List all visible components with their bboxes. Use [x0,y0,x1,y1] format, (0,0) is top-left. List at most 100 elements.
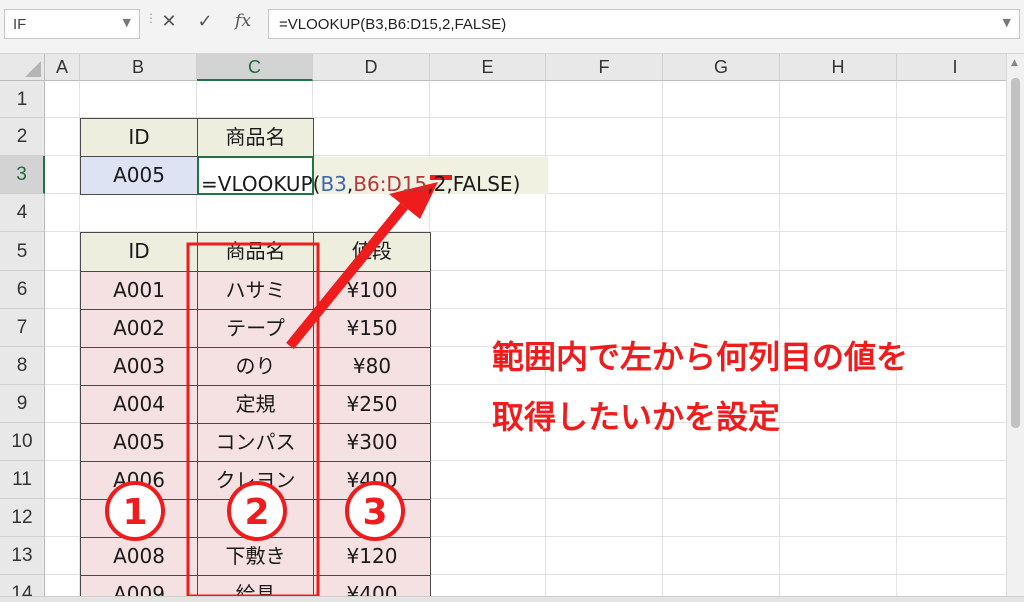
grid-cell[interactable] [197,81,313,118]
formula-input[interactable]: =VLOOKUP(B3,B6:D15,2,FALSE) ▼ [268,9,1020,39]
row-header-4[interactable]: 4 [0,194,45,232]
row-header-5[interactable]: 5 [0,232,45,271]
table-cell-price[interactable]: ¥50 [313,499,431,538]
table-cell-name[interactable]: ハサミ [197,271,314,310]
row-header-13[interactable]: 13 [0,537,45,575]
row-header-6[interactable]: 6 [0,271,45,309]
lookup-header-id[interactable]: ID [80,118,198,157]
table-cell-price[interactable]: ¥300 [313,423,431,462]
grid-cell[interactable] [45,575,80,596]
grid-cell[interactable] [80,194,197,232]
table-cell-id[interactable]: A004 [80,385,198,424]
grid-cell[interactable] [663,232,780,271]
grid-cell[interactable] [663,81,780,118]
grid-cell[interactable] [45,309,80,347]
grid-cell[interactable] [663,499,780,537]
table-cell-id[interactable]: A002 [80,309,198,348]
grid-cell[interactable] [546,461,663,499]
column-header-e[interactable]: E [430,54,546,81]
grid-cell[interactable] [430,81,546,118]
grid-cell[interactable] [780,81,897,118]
row-header-8[interactable]: 8 [0,347,45,385]
table-cell-name[interactable]: クレヨン [197,461,314,500]
grid-cell[interactable] [546,232,663,271]
grid-cell[interactable] [780,385,897,423]
grid-cell[interactable] [546,118,663,156]
grid-cell[interactable] [780,156,897,194]
column-header-i[interactable]: I [897,54,1006,81]
grid-cell[interactable] [897,118,1006,156]
vertical-scrollbar[interactable]: ▲ [1006,54,1024,596]
chevron-down-icon[interactable]: ▼ [1003,16,1011,29]
table-header-price[interactable]: 値段 [313,232,431,272]
chevron-down-icon[interactable]: ▼ [123,16,131,29]
grid-cell[interactable] [663,461,780,499]
table-header-id[interactable]: ID [80,232,198,272]
grid-cell[interactable] [430,118,546,156]
grid-cell[interactable] [780,194,897,232]
table-cell-id[interactable]: A008 [80,537,198,576]
spreadsheet-grid[interactable]: ABCDEFGHI 1 2 3 4 5 6 7 8 9 10 11 12 13 14 ID 商品名 A005 =… [0,54,1006,596]
grid-cell[interactable] [45,385,80,423]
grid-cell[interactable] [45,156,80,194]
scroll-up-icon[interactable]: ▲ [1011,58,1018,68]
grid-cell[interactable] [780,575,897,596]
grid-cell[interactable] [546,194,663,232]
lookup-input-id[interactable]: A005 [80,156,198,195]
table-cell-price[interactable]: ¥120 [313,537,431,576]
enter-button[interactable]: ✓ [190,11,220,32]
grid-cell[interactable] [546,156,663,194]
active-cell-c3[interactable]: =VLOOKUP(B3,B6:D15,2,FALSE) [197,156,520,196]
grid-cell[interactable] [45,461,80,499]
row-header-9[interactable]: 9 [0,385,45,423]
grid-cell[interactable] [45,271,80,309]
row-header-14[interactable]: 14 [0,575,45,596]
row-header-3[interactable]: 3 [0,156,45,194]
grid-cell[interactable] [45,232,80,271]
grid-cell[interactable] [780,271,897,309]
table-cell-price[interactable]: ¥150 [313,309,431,348]
grid-cell[interactable] [430,461,546,499]
table-cell-name[interactable]: 下敷き [197,537,314,576]
table-cell-price[interactable]: ¥250 [313,385,431,424]
grid-cell[interactable] [430,499,546,537]
scroll-thumb[interactable] [1011,78,1020,428]
grid-cell[interactable] [897,309,1006,347]
row-header-12[interactable]: 12 [0,499,45,537]
grid-cell[interactable] [45,499,80,537]
grid-cell[interactable] [45,537,80,575]
grid-cell[interactable] [897,575,1006,596]
grid-cell[interactable] [45,194,80,232]
table-cell-id[interactable]: A001 [80,271,198,310]
table-cell-name[interactable]: テープ [197,309,314,348]
table-cell-name[interactable]: のり [197,347,314,386]
table-cell-id[interactable]: A005 [80,423,198,462]
insert-function-button[interactable]: fx [228,11,258,31]
grid-cell[interactable] [313,81,430,118]
grid-cell[interactable] [663,156,780,194]
grid-cell[interactable] [780,423,897,461]
table-cell-price[interactable]: ¥80 [313,347,431,386]
row-header-1[interactable]: 1 [0,81,45,118]
grid-cell[interactable] [780,461,897,499]
grid-cell[interactable] [780,537,897,575]
grid-cell[interactable] [80,81,197,118]
grid-cell[interactable] [430,232,546,271]
grid-cell[interactable] [546,499,663,537]
grid-cell[interactable] [663,194,780,232]
row-header-10[interactable]: 10 [0,423,45,461]
grid-cell[interactable] [546,537,663,575]
grid-cell[interactable] [45,118,80,156]
column-header-c[interactable]: C [197,54,313,81]
row-header-2[interactable]: 2 [0,118,45,156]
grid-cell[interactable] [663,575,780,596]
column-header-a[interactable]: A [45,54,80,81]
grid-cell[interactable] [663,271,780,309]
grid-cell[interactable] [897,156,1006,194]
table-cell-price[interactable]: ¥400 [313,461,431,500]
grid-cell[interactable] [663,537,780,575]
lookup-header-name[interactable]: 商品名 [197,118,314,157]
table-cell-name[interactable]: 定規 [197,385,314,424]
grid-cell[interactable] [897,537,1006,575]
grid-cell[interactable] [45,423,80,461]
